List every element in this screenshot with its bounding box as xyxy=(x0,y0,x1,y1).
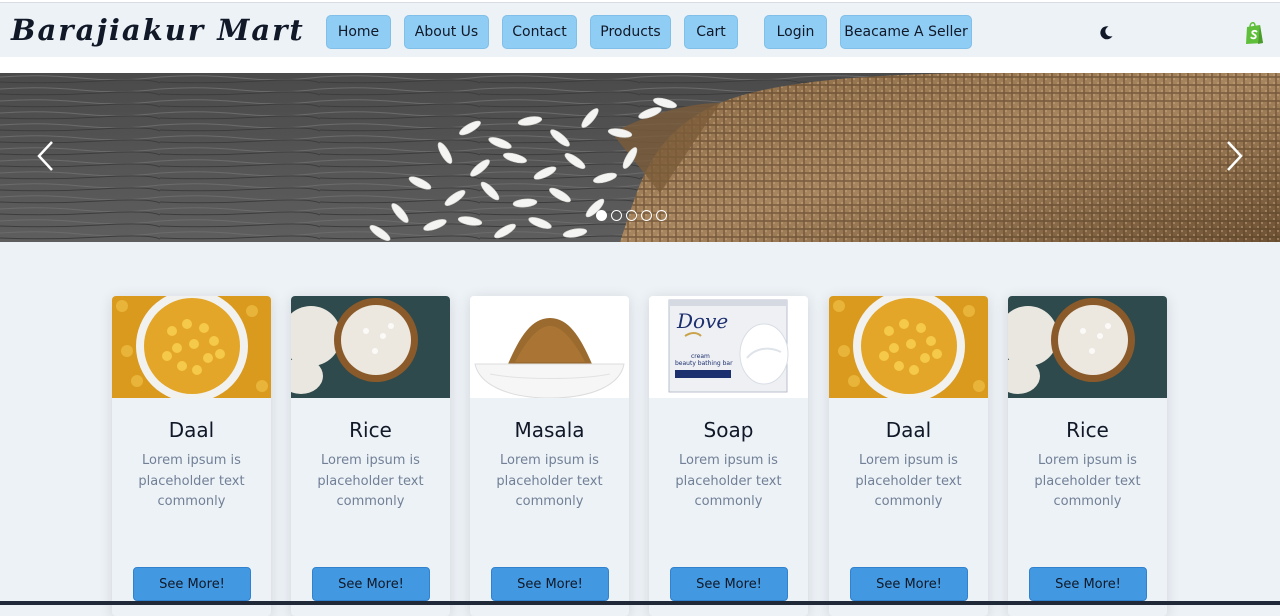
card-description: Lorem ipsum is placeholder text commonly xyxy=(317,453,424,509)
carousel-dot-4[interactable] xyxy=(641,210,652,221)
hero-carousel[interactable] xyxy=(0,73,1280,242)
product-card-daal: Daal Lorem ipsum is placeholder text com… xyxy=(112,296,271,616)
see-more-button[interactable]: See More! xyxy=(1029,567,1147,601)
see-more-button[interactable]: See More! xyxy=(670,567,788,601)
soap-image: Dove cream beauty bathing bar xyxy=(649,296,808,398)
card-description: Lorem ipsum is placeholder text commonly xyxy=(855,453,962,509)
daal-image xyxy=(112,296,271,398)
product-card-rice: Rice Lorem ipsum is placeholder text com… xyxy=(291,296,450,616)
rice-image xyxy=(291,296,450,398)
carousel-dot-3[interactable] xyxy=(626,210,637,221)
see-more-button[interactable]: See More! xyxy=(312,567,430,601)
product-card-soap: Dove cream beauty bathing bar Soap Lorem… xyxy=(649,296,808,616)
soap-brand-text: Dove xyxy=(676,309,728,333)
card-title: Rice xyxy=(349,418,392,442)
soap-line-1: cream xyxy=(691,353,710,360)
see-more-button[interactable]: See More! xyxy=(850,567,968,601)
daal-image xyxy=(829,296,988,398)
nav-home-button[interactable]: Home xyxy=(326,15,391,49)
card-title: Soap xyxy=(703,418,754,442)
carousel-indicators xyxy=(596,210,667,221)
rice-image xyxy=(1008,296,1167,398)
nav-contact-button[interactable]: Contact xyxy=(502,15,577,49)
card-title: Rice xyxy=(1066,418,1109,442)
see-more-button[interactable]: See More! xyxy=(133,567,251,601)
card-description: Lorem ipsum is placeholder text commonly xyxy=(138,453,245,509)
carousel-dot-5[interactable] xyxy=(656,210,667,221)
carousel-dot-1[interactable] xyxy=(596,210,607,221)
masala-image xyxy=(470,296,629,398)
chevron-left-icon[interactable] xyxy=(34,138,56,174)
carousel-dot-2[interactable] xyxy=(611,210,622,221)
nav-cart-button[interactable]: Cart xyxy=(684,15,738,49)
product-card-masala: Masala Lorem ipsum is placeholder text c… xyxy=(470,296,629,616)
bottom-edge xyxy=(0,601,1280,605)
card-description: Lorem ipsum is placeholder text commonly xyxy=(675,453,782,509)
card-description: Lorem ipsum is placeholder text commonly xyxy=(1034,453,1141,509)
card-title: Daal xyxy=(885,418,932,442)
nav-become-seller-button[interactable]: Beacame A Seller xyxy=(840,15,972,49)
brand-logo[interactable]: Barajiakur Mart xyxy=(11,13,305,47)
moon-icon[interactable] xyxy=(1098,25,1114,41)
card-title: Daal xyxy=(168,418,215,442)
nav-about-button[interactable]: About Us xyxy=(404,15,489,49)
soap-line-2: beauty bathing bar xyxy=(675,360,733,367)
header-spacer xyxy=(0,57,1280,73)
card-description: Lorem ipsum is placeholder text commonly xyxy=(496,453,603,509)
chevron-right-icon[interactable] xyxy=(1224,138,1246,174)
shopify-bag-icon[interactable] xyxy=(1243,21,1265,45)
product-card-daal-2: Daal Lorem ipsum is placeholder text com… xyxy=(829,296,988,616)
nav-login-button[interactable]: Login xyxy=(764,15,827,49)
site-header: Barajiakur Mart Home About Us Contact Pr… xyxy=(0,3,1280,63)
card-title: Masala xyxy=(514,418,585,442)
product-card-rice-2: Rice Lorem ipsum is placeholder text com… xyxy=(1008,296,1167,616)
see-more-button[interactable]: See More! xyxy=(491,567,609,601)
nav-products-button[interactable]: Products xyxy=(590,15,671,49)
